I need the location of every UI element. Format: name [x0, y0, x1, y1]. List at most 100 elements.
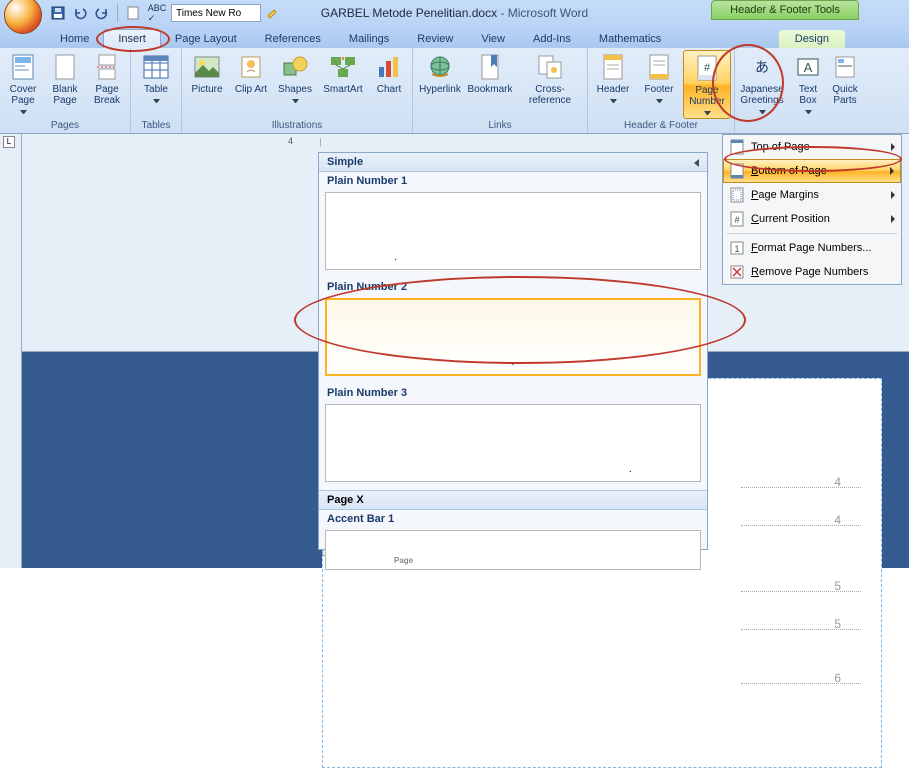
remove-numbers-icon: [729, 264, 745, 280]
ruler-corner: L: [3, 136, 15, 148]
format-numbers-icon: 1: [729, 240, 745, 256]
tab-references[interactable]: References: [251, 30, 335, 48]
blank-page-label: Blank Page: [46, 84, 84, 106]
japanese-greetings-button[interactable]: あ Japanese Greetings: [738, 50, 786, 130]
japanese-greetings-icon: あ: [747, 52, 777, 82]
tab-mailings[interactable]: Mailings: [335, 30, 403, 48]
separator: [727, 233, 897, 234]
footer-button[interactable]: Footer: [637, 50, 681, 119]
chevron-right-icon: [891, 215, 895, 223]
gallery-group-pagex: Page X: [319, 490, 707, 510]
chart-button[interactable]: Chart: [369, 50, 409, 119]
gallery-item-3-title: Plain Number 3: [319, 384, 707, 402]
tab-page-layout[interactable]: Page Layout: [161, 30, 251, 48]
save-icon[interactable]: [48, 3, 68, 23]
chevron-right-icon: [891, 191, 895, 199]
gallery-item-accent[interactable]: Page: [325, 530, 701, 570]
submenu-page-margins[interactable]: Page Margins: [723, 183, 901, 207]
gallery-item-2-title: Plain Number 2: [319, 278, 707, 296]
submenu-top-of-page[interactable]: Top of Page: [723, 135, 901, 159]
smartart-label: SmartArt: [323, 84, 362, 95]
submenu-current-position[interactable]: # Current Position: [723, 207, 901, 231]
smartart-icon: [328, 52, 358, 82]
font-selector[interactable]: Times New Ro: [171, 4, 261, 22]
font-name: Times New Ro: [176, 8, 241, 19]
pages-group-label: Pages: [3, 119, 127, 133]
submenu-bottom-of-page[interactable]: Bottom of Page: [723, 159, 901, 183]
hyperlink-icon: [425, 52, 455, 82]
textbox-label: Text Box: [789, 84, 827, 106]
page-number-button[interactable]: # Page Number: [683, 50, 731, 119]
text-group-label: [738, 130, 860, 133]
spellcheck-icon[interactable]: ABC✓: [145, 3, 169, 23]
ribbon-tabs: Home Insert Page Layout References Maili…: [0, 26, 909, 48]
header-button[interactable]: Header: [591, 50, 635, 119]
tab-home[interactable]: Home: [46, 30, 103, 48]
vertical-ruler: L: [0, 134, 22, 568]
quickparts-icon: [830, 52, 860, 82]
cover-page-label: Cover Page: [4, 84, 42, 106]
quickparts-button[interactable]: Quick Parts: [830, 50, 860, 130]
page-number-submenu: Top of Page Bottom of Page Page Margins …: [722, 134, 902, 285]
quickparts-label: Quick Parts: [831, 84, 859, 106]
tab-addins[interactable]: Add-Ins: [519, 30, 585, 48]
gallery-item-accent-title: Accent Bar 1: [319, 510, 707, 528]
submenu-current-label: Current Position: [751, 213, 830, 225]
bookmark-label: Bookmark: [467, 84, 512, 95]
textbox-button[interactable]: A Text Box: [788, 50, 828, 130]
chevron-right-icon: [890, 167, 894, 175]
undo-icon[interactable]: [70, 3, 90, 23]
tab-review[interactable]: Review: [403, 30, 467, 48]
footer-icon: [644, 52, 674, 82]
table-icon: [141, 52, 171, 82]
tab-mathematics[interactable]: Mathematics: [585, 30, 675, 48]
tab-design[interactable]: Design: [779, 30, 845, 48]
shapes-button[interactable]: Shapes: [273, 50, 317, 119]
picture-label: Picture: [191, 84, 222, 95]
tab-view[interactable]: View: [467, 30, 519, 48]
gallery-item-1[interactable]: ·: [325, 192, 701, 270]
svg-text:#: #: [734, 215, 739, 225]
clipart-button[interactable]: Clip Art: [231, 50, 271, 119]
submenu-format-label: Format Page Numbers...: [751, 242, 871, 254]
crossref-icon: [535, 52, 565, 82]
submenu-format-numbers[interactable]: 1 Format Page Numbers...: [723, 236, 901, 260]
bookmark-button[interactable]: Bookmark: [466, 50, 514, 119]
cover-page-button[interactable]: Cover Page: [3, 50, 43, 119]
gallery-item-1-title: Plain Number 1: [319, 172, 707, 190]
separator: [117, 4, 118, 22]
gallery-group-simple: Simple: [319, 153, 707, 172]
redo-icon[interactable]: [92, 3, 112, 23]
gallery-item-3[interactable]: ·: [325, 404, 701, 482]
smartart-button[interactable]: SmartArt: [319, 50, 367, 119]
shapes-label: Shapes: [278, 84, 312, 95]
highlight-icon[interactable]: [263, 3, 283, 23]
page-break-button[interactable]: Page Break: [87, 50, 127, 119]
blank-page-button[interactable]: Blank Page: [45, 50, 85, 119]
japanese-greetings-label: Japanese Greetings: [739, 84, 785, 106]
top-of-page-icon: [729, 139, 745, 155]
cover-page-icon: [8, 52, 38, 82]
contextual-tab-label: Header & Footer Tools: [711, 0, 859, 20]
picture-icon: [192, 52, 222, 82]
submenu-top-label: Top of Page: [751, 141, 810, 153]
submenu-remove-numbers[interactable]: Remove Page Numbers: [723, 260, 901, 284]
chevron-right-icon: [891, 143, 895, 151]
clipart-label: Clip Art: [235, 84, 267, 95]
tab-insert[interactable]: Insert: [103, 29, 161, 48]
submenu-remove-label: Remove Page Numbers: [751, 266, 868, 278]
svg-text:#: #: [704, 62, 711, 74]
hyperlink-label: Hyperlink: [419, 84, 461, 95]
quick-access-toolbar: ABC✓ Times New Ro: [48, 3, 283, 23]
headerfooter-group-label: Header & Footer: [591, 119, 731, 133]
new-doc-icon[interactable]: [123, 3, 143, 23]
picture-button[interactable]: Picture: [185, 50, 229, 119]
crossref-button[interactable]: Cross-reference: [516, 50, 584, 119]
chart-icon: [374, 52, 404, 82]
bottom-of-page-icon: [729, 163, 745, 179]
hyperlink-button[interactable]: Hyperlink: [416, 50, 464, 119]
svg-text:A: A: [804, 60, 813, 75]
gallery-item-2[interactable]: ·: [325, 298, 701, 376]
table-button[interactable]: Table: [134, 50, 178, 119]
clipart-icon: [236, 52, 266, 82]
